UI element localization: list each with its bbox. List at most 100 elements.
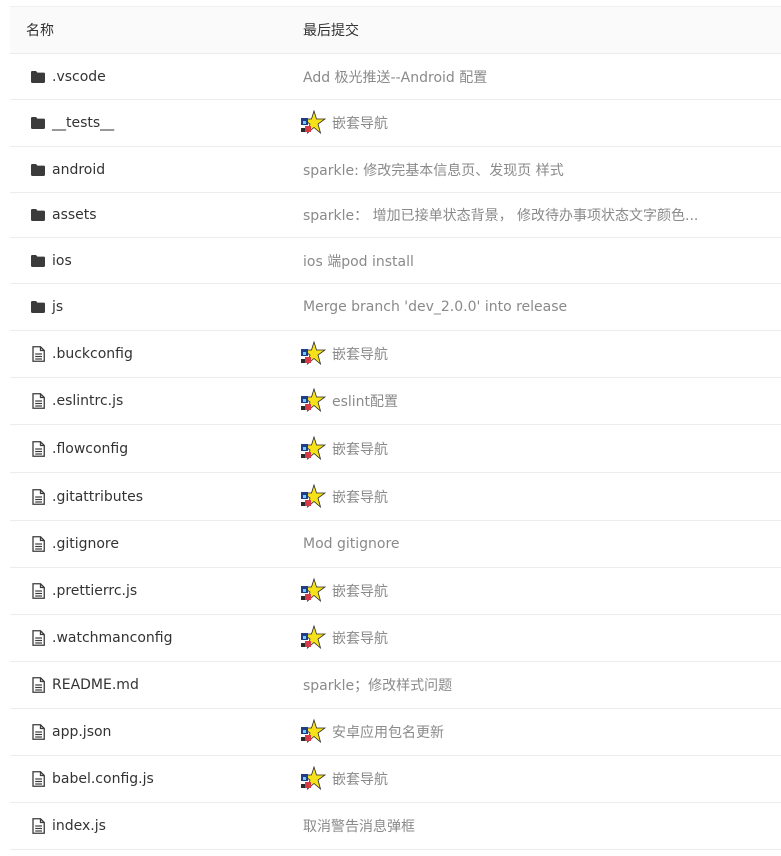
last-commit-cell: sparkle: 修改完基本信息页、发现页 样式 <box>303 160 773 180</box>
file-name-link[interactable]: .gitignore <box>52 536 119 552</box>
last-commit-cell: 嵌套导航 <box>298 765 768 793</box>
file-name-cell[interactable]: index.js <box>10 818 303 834</box>
table-row: app.json 安卓应用包名更新 <box>10 709 781 756</box>
avatar-icon[interactable] <box>298 109 326 137</box>
last-commit-cell: 嵌套导航 <box>298 435 768 463</box>
file-icon <box>30 536 46 552</box>
file-name-link[interactable]: .prettierrc.js <box>52 583 137 599</box>
table-row: .flowconfig 嵌套导航 <box>10 425 781 473</box>
file-name-cell[interactable]: app.json <box>10 724 303 740</box>
commit-message-link[interactable]: 嵌套导航 <box>332 769 388 789</box>
file-name-cell[interactable]: .eslintrc.js <box>10 393 303 409</box>
last-commit-cell: ios 端pod install <box>303 251 773 271</box>
last-commit-cell: Merge branch 'dev_2.0.0' into release <box>303 299 773 315</box>
file-name-cell[interactable]: babel.config.js <box>10 771 303 787</box>
last-commit-cell: sparkle；修改样式问题 <box>303 675 773 695</box>
avatar-icon[interactable] <box>298 340 326 368</box>
file-name-cell[interactable]: .watchmanconfig <box>10 630 303 646</box>
commit-message-link[interactable]: sparkle；修改样式问题 <box>303 675 452 695</box>
table-row: README.md sparkle；修改样式问题 <box>10 662 781 709</box>
file-name-link[interactable]: ios <box>52 253 72 269</box>
file-name-link[interactable]: js <box>52 299 63 315</box>
file-table: 名称 最后提交 .vscode Add 极光推送--Android 配置 __tes… <box>10 6 781 850</box>
table-header: 名称 最后提交 <box>10 6 781 54</box>
commit-message-link[interactable]: sparkle： 增加已接单状态背景， 修改待办事项状态文字颜色... <box>303 205 698 225</box>
last-commit-cell: 取消警告消息弹框 <box>303 816 773 836</box>
avatar-icon[interactable] <box>298 387 326 415</box>
last-commit-cell: eslint配置 <box>298 387 768 415</box>
file-name-link[interactable]: assets <box>52 207 97 223</box>
commit-message-link[interactable]: 嵌套导航 <box>332 113 388 133</box>
commit-message-link[interactable]: sparkle: 修改完基本信息页、发现页 样式 <box>303 160 564 180</box>
commit-message-link[interactable]: 安卓应用包名更新 <box>332 722 444 742</box>
folder-icon <box>30 162 46 178</box>
commit-message-link[interactable]: eslint配置 <box>332 391 398 411</box>
file-name-cell[interactable]: js <box>10 299 303 315</box>
commit-message-link[interactable]: 嵌套导航 <box>332 487 388 507</box>
column-header-name: 名称 <box>26 23 54 39</box>
file-name-link[interactable]: index.js <box>52 818 106 834</box>
table-row: index.js 取消警告消息弹框 <box>10 803 781 850</box>
last-commit-cell: 嵌套导航 <box>298 109 768 137</box>
table-row: .prettierrc.js 嵌套导航 <box>10 568 781 615</box>
file-name-cell[interactable]: assets <box>10 207 303 223</box>
file-name-link[interactable]: .watchmanconfig <box>52 630 172 646</box>
file-icon <box>30 818 46 834</box>
commit-message-link[interactable]: 嵌套导航 <box>332 628 388 648</box>
file-name-cell[interactable]: .vscode <box>10 69 303 85</box>
avatar-icon[interactable] <box>298 624 326 652</box>
file-name-link[interactable]: .flowconfig <box>52 441 128 457</box>
file-name-cell[interactable]: README.md <box>10 677 303 693</box>
commit-message-link[interactable]: Mod gitignore <box>303 536 400 552</box>
file-name-link[interactable]: __tests__ <box>52 115 114 131</box>
file-name-link[interactable]: .eslintrc.js <box>52 393 123 409</box>
avatar-icon[interactable] <box>298 765 326 793</box>
file-name-link[interactable]: README.md <box>52 677 139 693</box>
avatar-icon[interactable] <box>298 577 326 605</box>
avatar-icon[interactable] <box>298 718 326 746</box>
file-icon <box>30 440 46 457</box>
file-icon <box>30 488 46 505</box>
table-row: ios ios 端pod install <box>10 238 781 284</box>
folder-icon <box>30 115 46 131</box>
file-name-link[interactable]: .gitattributes <box>52 489 143 505</box>
file-name-link[interactable]: .vscode <box>52 69 106 85</box>
file-name-link[interactable]: app.json <box>52 724 111 740</box>
commit-message-link[interactable]: Add 极光推送--Android 配置 <box>303 67 487 87</box>
file-name-cell[interactable]: .gitattributes <box>10 489 303 505</box>
file-name-link[interactable]: babel.config.js <box>52 771 154 787</box>
file-name-cell[interactable]: android <box>10 162 303 178</box>
commit-message-link[interactable]: ios 端pod install <box>303 251 414 271</box>
last-commit-cell: sparkle： 增加已接单状态背景， 修改待办事项状态文字颜色... <box>303 205 773 225</box>
commit-message-link[interactable]: 嵌套导航 <box>332 344 388 364</box>
file-name-cell[interactable]: .buckconfig <box>10 346 303 362</box>
avatar-icon[interactable] <box>298 435 326 463</box>
file-name-link[interactable]: .buckconfig <box>52 346 133 362</box>
last-commit-cell: 嵌套导航 <box>298 624 768 652</box>
last-commit-cell: 嵌套导航 <box>298 577 768 605</box>
avatar-icon[interactable] <box>298 483 326 511</box>
file-name-link[interactable]: android <box>52 162 105 178</box>
commit-message-link[interactable]: Merge branch 'dev_2.0.0' into release <box>303 299 567 315</box>
file-name-cell[interactable]: __tests__ <box>10 115 303 131</box>
table-row: android sparkle: 修改完基本信息页、发现页 样式 <box>10 147 781 193</box>
folder-icon <box>30 69 46 85</box>
commit-message-link[interactable]: 嵌套导航 <box>332 581 388 601</box>
file-icon <box>30 630 46 646</box>
file-name-cell[interactable]: .gitignore <box>10 536 303 552</box>
table-row: .gitattributes 嵌套导航 <box>10 473 781 521</box>
table-row: assets sparkle： 增加已接单状态背景， 修改待办事项状态文字颜色..… <box>10 193 781 238</box>
file-icon <box>30 393 46 409</box>
last-commit-cell: 嵌套导航 <box>298 340 768 368</box>
file-icon <box>30 346 46 362</box>
folder-icon <box>30 253 46 269</box>
file-name-cell[interactable]: .flowconfig <box>10 441 303 457</box>
file-icon <box>30 677 46 693</box>
file-icon <box>30 583 46 599</box>
commit-message-link[interactable]: 嵌套导航 <box>332 439 388 459</box>
file-name-cell[interactable]: ios <box>10 253 303 269</box>
file-icon <box>30 724 46 740</box>
commit-message-link[interactable]: 取消警告消息弹框 <box>303 816 415 836</box>
file-name-cell[interactable]: .prettierrc.js <box>10 583 303 599</box>
table-row: __tests__ 嵌套导航 <box>10 100 781 147</box>
